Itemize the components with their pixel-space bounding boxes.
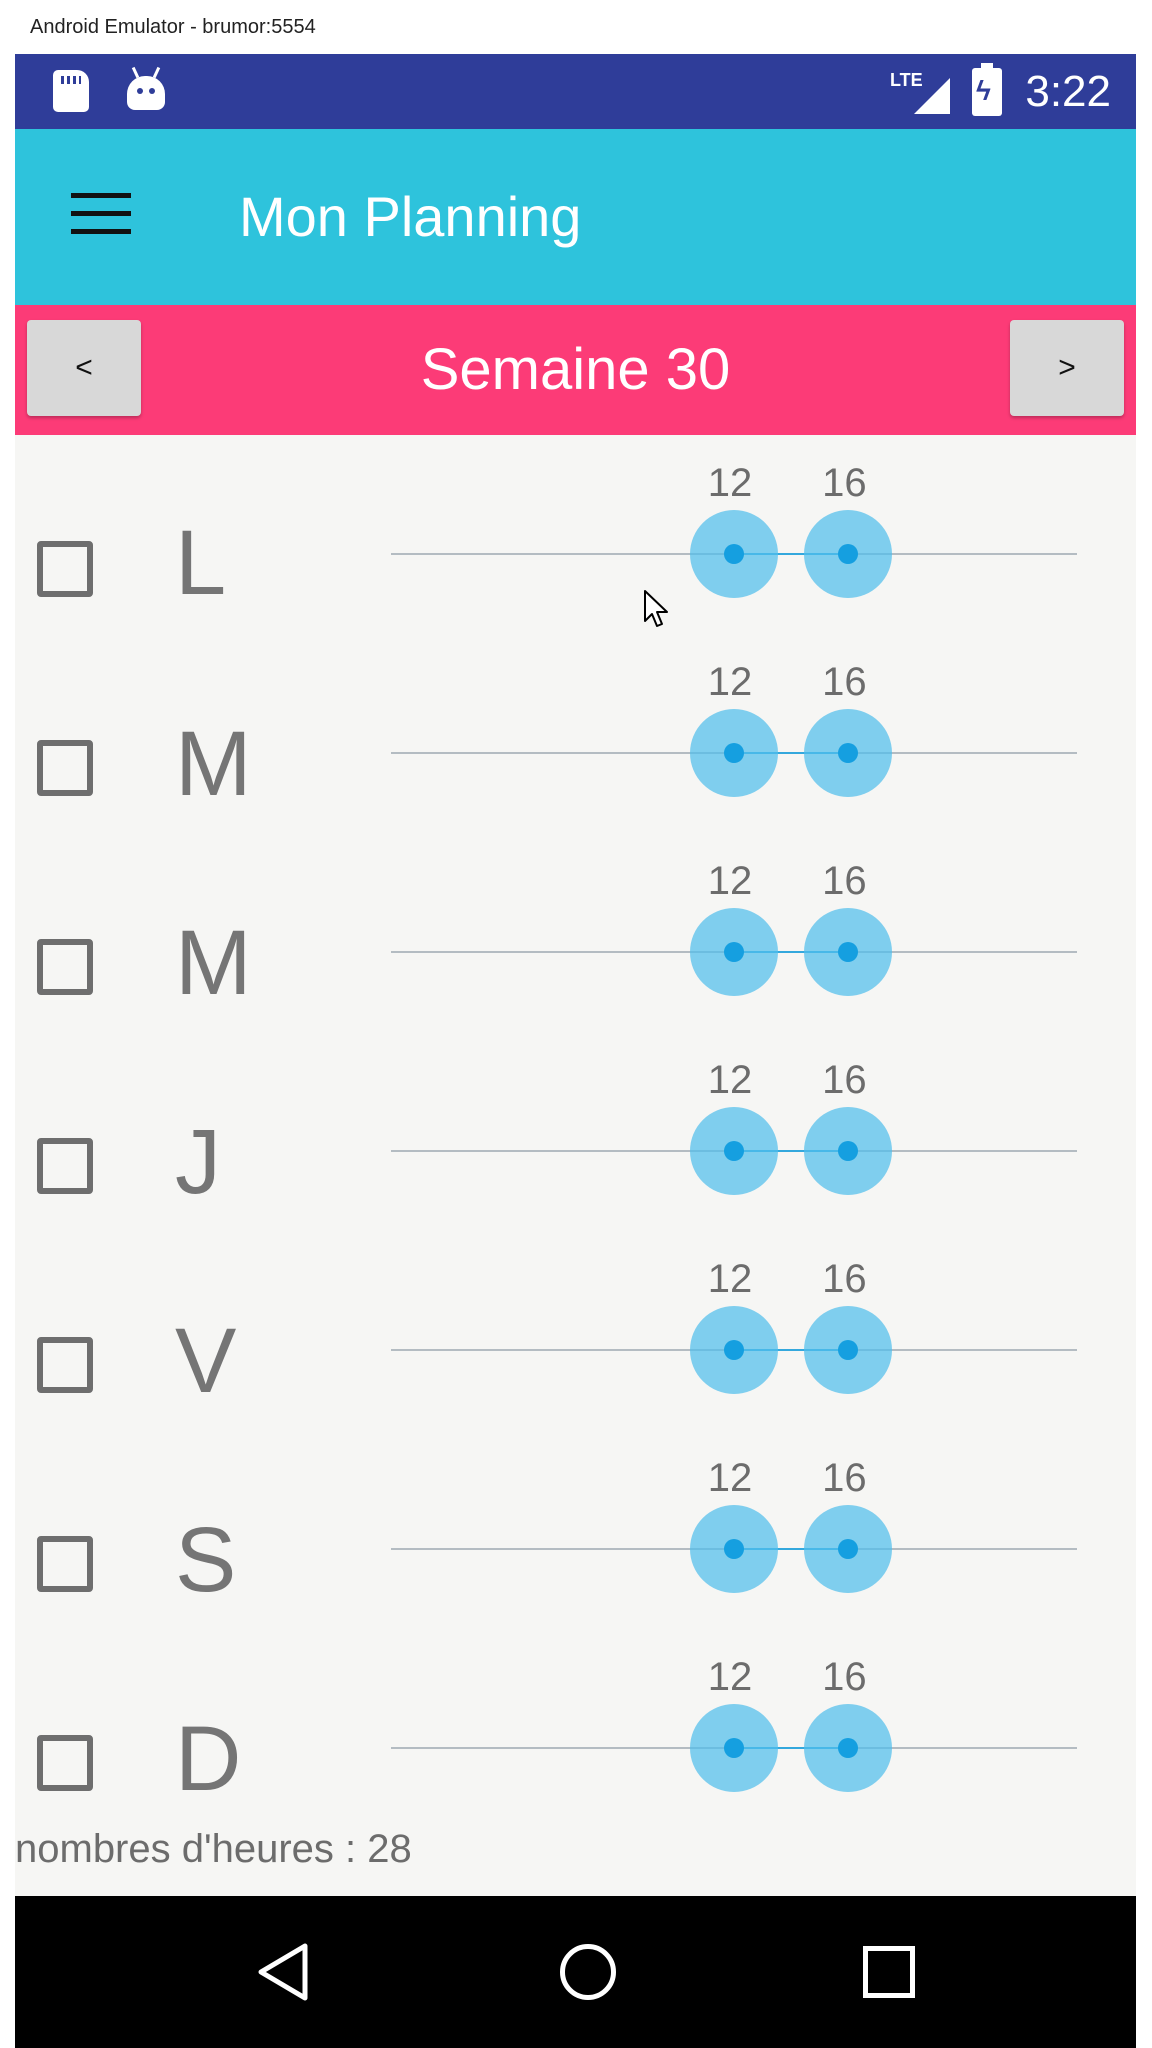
slider-end-thumb[interactable]: [804, 709, 893, 797]
app-title: Mon Planning: [239, 185, 582, 248]
slider-start-thumb[interactable]: [690, 1107, 778, 1195]
slider-start-thumb[interactable]: [690, 908, 778, 996]
day-letter: D: [175, 1708, 242, 1810]
slider-start-value: 12: [707, 1257, 753, 1301]
slider-end-thumb[interactable]: [804, 510, 893, 598]
day-checkbox[interactable]: [37, 1138, 93, 1194]
day-checkbox[interactable]: [37, 1536, 93, 1592]
signal-strength-icon: [914, 78, 950, 114]
day-row: V 12 16: [15, 1231, 1136, 1430]
slider-end-thumb[interactable]: [804, 1306, 893, 1394]
day-row: S 12 16: [15, 1430, 1136, 1629]
slider-start-thumb[interactable]: [690, 1704, 778, 1792]
slider-end-thumb[interactable]: [804, 1505, 893, 1593]
home-icon[interactable]: [560, 1944, 616, 2000]
day-row: J 12 16: [15, 1032, 1136, 1231]
app-bar: Mon Planning: [15, 129, 1136, 305]
lte-signal-icon: LTE: [890, 70, 950, 114]
next-week-button[interactable]: >: [1010, 320, 1124, 416]
slider-end-thumb[interactable]: [804, 1107, 893, 1195]
slider-start-thumb[interactable]: [690, 709, 778, 797]
status-bar: LTE ϟ 3:22: [15, 54, 1136, 129]
day-checkbox[interactable]: [37, 541, 93, 597]
slider-start-value: 12: [707, 461, 753, 505]
back-icon[interactable]: [253, 1940, 313, 2004]
slider-end-value: 16: [822, 1456, 867, 1500]
sd-card-icon: [53, 70, 89, 112]
day-checkbox[interactable]: [37, 939, 93, 995]
total-hours-label: nombres d'heures : 28: [15, 1827, 412, 1871]
hour-range-slider[interactable]: 12 16: [391, 1655, 1077, 1792]
hour-range-slider[interactable]: 12 16: [391, 859, 1077, 996]
system-navigation-bar: [15, 1896, 1136, 2048]
slider-start-value: 12: [707, 859, 753, 903]
day-letter: M: [175, 912, 252, 1014]
day-letter: S: [175, 1509, 237, 1611]
hamburger-menu-icon[interactable]: [71, 191, 131, 235]
mouse-cursor-icon: [644, 590, 668, 627]
slider-end-thumb[interactable]: [804, 908, 893, 996]
day-letter: L: [175, 512, 227, 614]
hour-range-slider[interactable]: 12 16: [391, 1257, 1077, 1394]
day-row: D 12 16: [15, 1629, 1136, 1828]
day-letter: V: [175, 1310, 237, 1412]
day-row: M 12 16: [15, 833, 1136, 1032]
slider-start-value: 12: [707, 1058, 753, 1102]
charging-bolt-icon: ϟ: [976, 75, 991, 106]
status-clock: 3:22: [1025, 67, 1111, 116]
slider-end-value: 16: [822, 461, 867, 505]
hour-range-slider[interactable]: 12 16: [391, 461, 1077, 598]
window-title: Android Emulator - brumor:5554: [0, 0, 1152, 54]
device-screen: LTE ϟ 3:22 Mon Planning Semaine 30 < > L…: [15, 54, 1136, 2048]
slider-end-value: 16: [822, 660, 867, 704]
slider-start-thumb[interactable]: [690, 1306, 778, 1394]
recents-icon[interactable]: [863, 1946, 915, 1998]
week-title: Semaine 30: [420, 337, 731, 402]
android-eye: [137, 88, 143, 94]
day-row: L 12 16: [15, 435, 1136, 634]
previous-week-button[interactable]: <: [27, 320, 141, 416]
hour-range-slider[interactable]: 12 16: [391, 660, 1077, 797]
hour-range-slider[interactable]: 12 16: [391, 1456, 1077, 1593]
day-checkbox[interactable]: [37, 740, 93, 796]
slider-end-value: 16: [822, 859, 867, 903]
day-checkbox[interactable]: [37, 1735, 93, 1791]
slider-start-thumb[interactable]: [690, 510, 778, 598]
slider-end-value: 16: [822, 1058, 867, 1102]
day-letter: M: [175, 713, 252, 815]
slider-start-thumb[interactable]: [690, 1505, 778, 1593]
slider-start-value: 12: [707, 660, 753, 704]
android-eye: [149, 88, 155, 94]
battery-charging-icon: ϟ: [972, 63, 1002, 116]
android-icon: [127, 76, 165, 110]
slider-end-value: 16: [822, 1655, 867, 1699]
day-letter: J: [175, 1111, 221, 1213]
day-checkbox[interactable]: [37, 1337, 93, 1393]
week-navigation-bar: Semaine 30 < >: [15, 305, 1136, 435]
slider-start-value: 12: [707, 1655, 753, 1699]
slider-end-value: 16: [822, 1257, 867, 1301]
slider-end-thumb[interactable]: [804, 1704, 893, 1792]
hour-range-slider[interactable]: 12 16: [391, 1058, 1077, 1195]
slider-start-value: 12: [707, 1456, 753, 1500]
day-row: M 12 16: [15, 634, 1136, 833]
